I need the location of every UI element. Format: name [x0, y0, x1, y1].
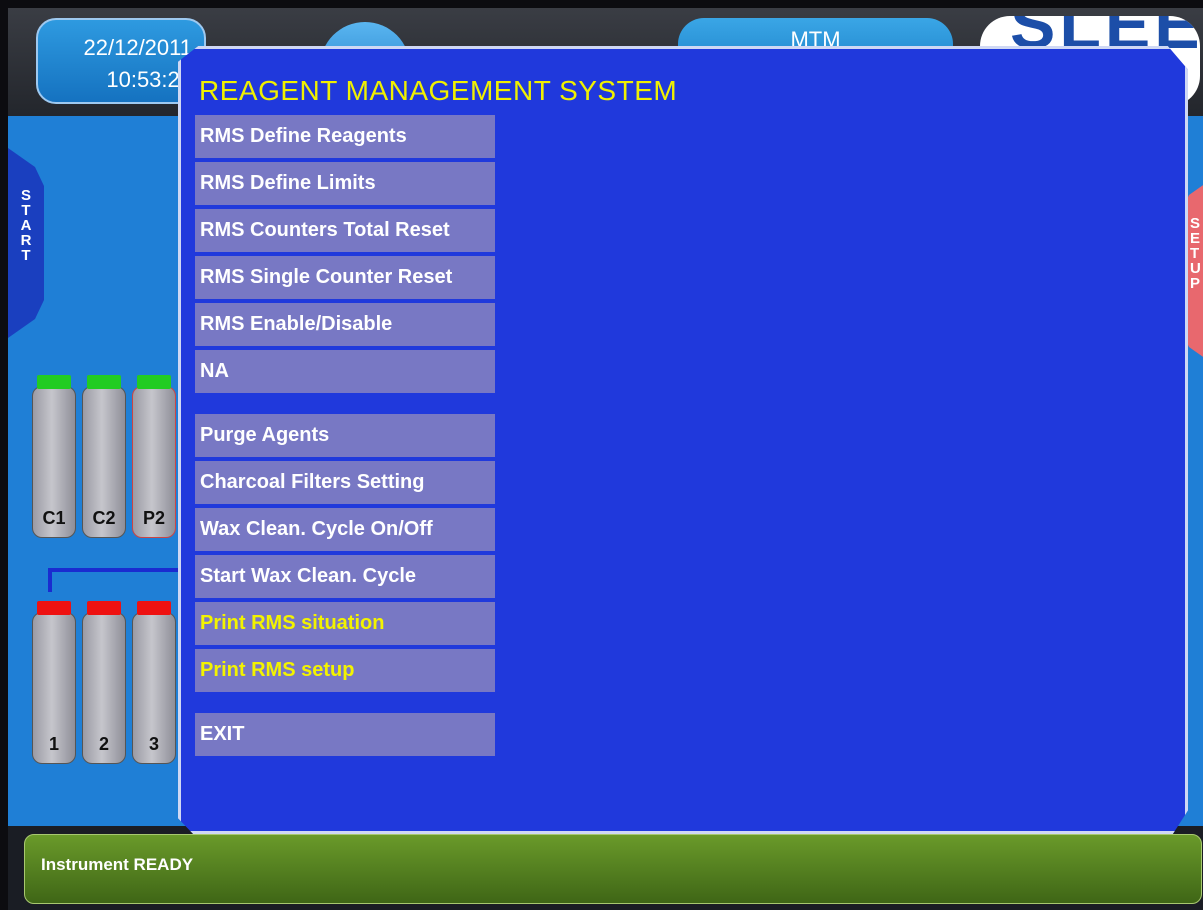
- menu-item-print-setup[interactable]: Print RMS setup: [195, 649, 495, 692]
- bottle-cap: [87, 601, 121, 615]
- date-text: 22/12/2011: [83, 35, 192, 60]
- setup-letter: S: [1190, 215, 1201, 232]
- bottle-3[interactable]: 3: [132, 601, 176, 764]
- start-letter: T: [21, 247, 31, 264]
- status-bar: Instrument READY: [24, 834, 1202, 904]
- menu-item-single-counter-reset[interactable]: RMS Single Counter Reset: [195, 256, 495, 299]
- setup-letter: P: [1190, 275, 1201, 292]
- bottle-label: C1: [42, 508, 66, 528]
- bottle-label: P2: [142, 508, 166, 528]
- bottle-2[interactable]: 2: [82, 601, 126, 764]
- rms-dialog: REAGENT MANAGEMENT SYSTEM RMS Define Rea…: [178, 46, 1188, 834]
- bottle-cap: [87, 375, 121, 389]
- exit-button[interactable]: EXIT: [195, 713, 495, 756]
- bottle-cap: [137, 375, 171, 389]
- bottle-label: 3: [148, 734, 159, 754]
- start-letter: R: [20, 232, 32, 249]
- bottle-c2[interactable]: C2: [82, 375, 126, 538]
- menu-item-counters-total-reset[interactable]: RMS Counters Total Reset: [195, 209, 495, 252]
- menu-item-print-situation[interactable]: Print RMS situation: [195, 602, 495, 645]
- start-letter: A: [20, 217, 32, 234]
- menu-item-start-wax-clean[interactable]: Start Wax Clean. Cycle: [195, 555, 495, 598]
- menu-item-na[interactable]: NA: [195, 350, 495, 393]
- start-side-tab[interactable]: S T A R T: [8, 148, 44, 338]
- time-text: 10:53:26: [106, 67, 192, 92]
- bottle-cap: [37, 601, 71, 615]
- start-letter: T: [21, 202, 31, 219]
- setup-letter: U: [1190, 260, 1201, 277]
- bottle-label: 2: [98, 734, 109, 754]
- setup-letter: E: [1190, 230, 1201, 247]
- screen: 22/12/2011 10:53:26 MTM SLEE S T A R T S…: [8, 8, 1203, 910]
- reagent-pipe: [48, 568, 192, 592]
- start-letter: S: [20, 187, 31, 204]
- menu-item-charcoal-filters[interactable]: Charcoal Filters Setting: [195, 461, 495, 504]
- status-message: Instrument READY: [41, 855, 194, 874]
- bottle-cap: [137, 601, 171, 615]
- setup-letter: T: [1190, 245, 1200, 262]
- menu-item-define-reagents[interactable]: RMS Define Reagents: [195, 115, 495, 158]
- bottle-1[interactable]: 1: [32, 601, 76, 764]
- menu-item-wax-clean-toggle[interactable]: Wax Clean. Cycle On/Off: [195, 508, 495, 551]
- bottle-c1[interactable]: C1: [32, 375, 76, 538]
- bottle-label: 1: [48, 734, 59, 754]
- bottle-p2[interactable]: P2: [132, 375, 176, 538]
- bottle-cap: [37, 375, 71, 389]
- dialog-title: REAGENT MANAGEMENT SYSTEM: [199, 75, 678, 106]
- bottle-label: C2: [92, 508, 116, 528]
- menu-item-purge-agents[interactable]: Purge Agents: [195, 414, 495, 457]
- menu-item-enable-disable[interactable]: RMS Enable/Disable: [195, 303, 495, 346]
- menu-item-define-limits[interactable]: RMS Define Limits: [195, 162, 495, 205]
